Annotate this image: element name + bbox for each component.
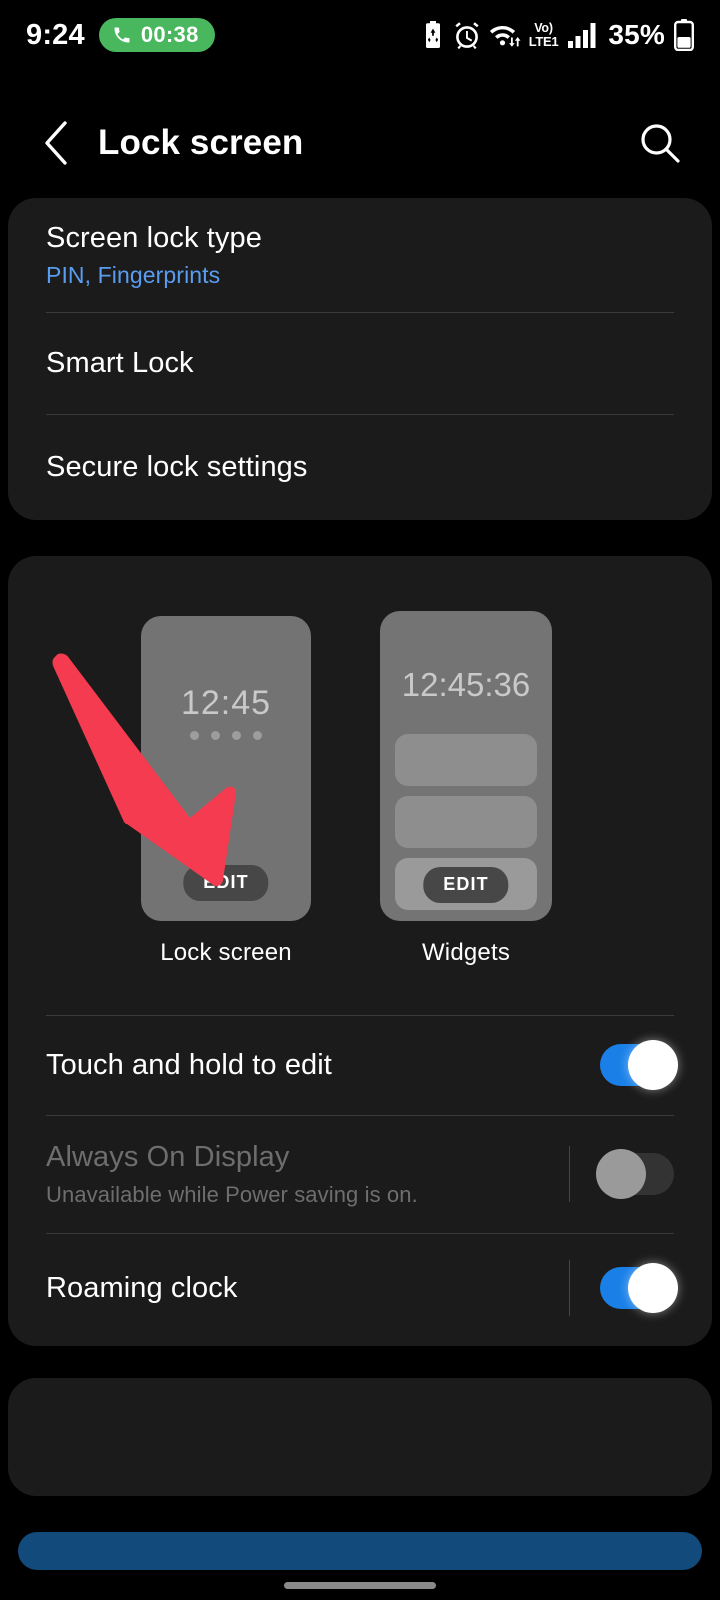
list-item-secure-lock-settings[interactable]: Secure lock settings (8, 414, 712, 520)
row-text-group: Touch and hold to edit (46, 1049, 332, 1082)
power-saving-battery-icon (425, 21, 440, 48)
pin-dot (190, 731, 199, 740)
row-text-group: Roaming clock (46, 1272, 238, 1305)
battery-percent: 35% (608, 19, 665, 50)
row-always-on-display: Always On Display Unavailable while Powe… (8, 1115, 712, 1233)
app-bar: Lock screen (0, 95, 720, 190)
always-on-display-subtitle: Unavailable while Power saving is on. (46, 1181, 418, 1207)
navigation-bar (0, 1570, 720, 1600)
signal-bars-icon (568, 23, 596, 48)
toggle-knob (596, 1149, 646, 1199)
lock-settings-card: Screen lock type PIN, Fingerprints Smart… (8, 198, 712, 520)
row-text-group: Always On Display Unavailable while Powe… (46, 1141, 418, 1208)
list-item-smart-lock[interactable]: Smart Lock (8, 312, 712, 414)
wifi-icon (489, 26, 521, 47)
phone-icon (114, 27, 130, 42)
battery-icon (674, 19, 694, 51)
touch-and-hold-title: Touch and hold to edit (46, 1048, 332, 1081)
call-timer: 00:38 (140, 21, 199, 47)
preview-lock-clock: 12:45 (180, 684, 272, 722)
toggle-knob (628, 1263, 678, 1313)
screen-lock-type-subtitle: PIN, Fingerprints (46, 261, 221, 288)
status-clock: 9:24 (26, 18, 85, 51)
row-control-group (569, 1146, 674, 1202)
preview-pin-dots (141, 731, 311, 740)
widget-placeholder (395, 734, 537, 786)
toggle-touch-and-hold-to-edit[interactable] (600, 1040, 678, 1090)
alarm-icon (455, 22, 479, 49)
preview-widgets-card[interactable]: 12:45:36 EDIT (380, 611, 552, 921)
row-control-group (569, 1260, 678, 1316)
about-card: About Lock screen (8, 1378, 712, 1496)
row-roaming-clock[interactable]: Roaming clock (8, 1233, 712, 1343)
pin-dot (253, 731, 262, 740)
status-bar-right: Vo) LTE1 35% (421, 19, 694, 51)
home-gesture-handle[interactable] (284, 1581, 436, 1589)
row-control-group (600, 1040, 678, 1090)
toggle-knob (628, 1040, 678, 1090)
preview-widgets[interactable]: 12:45:36 EDIT Widgets (380, 611, 552, 967)
toggle-roaming-clock[interactable] (600, 1263, 678, 1313)
lock-screen-edit-button[interactable]: EDIT (183, 865, 269, 901)
preview-thumbnails: 12:45 EDIT Lock screen 12:45:36 EDIT Wid… (8, 556, 712, 996)
bottom-blue-strip[interactable] (18, 1532, 702, 1570)
roaming-clock-title: Roaming clock (46, 1271, 238, 1304)
back-button[interactable] (34, 120, 78, 165)
preview-lock-screen-card[interactable]: 12:45 EDIT (141, 616, 311, 921)
widget-placeholder (395, 796, 537, 848)
vertical-divider (569, 1146, 570, 1202)
preview-lock-screen-label: Lock screen (160, 939, 292, 966)
search-icon (641, 123, 680, 163)
preview-widgets-label: Widgets (421, 939, 511, 966)
row-touch-and-hold-to-edit[interactable]: Touch and hold to edit (8, 1015, 712, 1115)
pin-dot (232, 731, 241, 740)
phone-screen: 9:24 00:38 Vo) LTE1 35% Lock screen Scre… (0, 0, 720, 1600)
pin-dot (211, 731, 220, 740)
page-title: Lock screen (98, 122, 304, 162)
always-on-display-title: Always On Display (46, 1140, 290, 1173)
preview-widgets-clock: 12:45:36 (401, 666, 531, 703)
widgets-edit-button[interactable]: EDIT (423, 867, 509, 903)
list-item-screen-lock-type[interactable]: Screen lock type PIN, Fingerprints (8, 198, 712, 312)
screen-lock-type-title: Screen lock type (46, 221, 262, 254)
search-button[interactable] (634, 117, 686, 169)
preview-lock-screen[interactable]: 12:45 EDIT Lock screen (141, 616, 311, 967)
volte-icon: Vo) LTE1 (528, 20, 559, 50)
toggle-always-on-display (596, 1149, 674, 1199)
active-call-pill[interactable]: 00:38 (98, 18, 215, 52)
status-bar-left: 9:24 00:38 (26, 18, 215, 52)
smart-lock-title: Smart Lock (46, 346, 194, 379)
status-bar: 9:24 00:38 Vo) LTE1 35% (0, 0, 720, 70)
chevron-left-icon (45, 120, 67, 165)
vertical-divider (569, 1260, 570, 1316)
secure-lock-settings-title: Secure lock settings (46, 450, 308, 483)
